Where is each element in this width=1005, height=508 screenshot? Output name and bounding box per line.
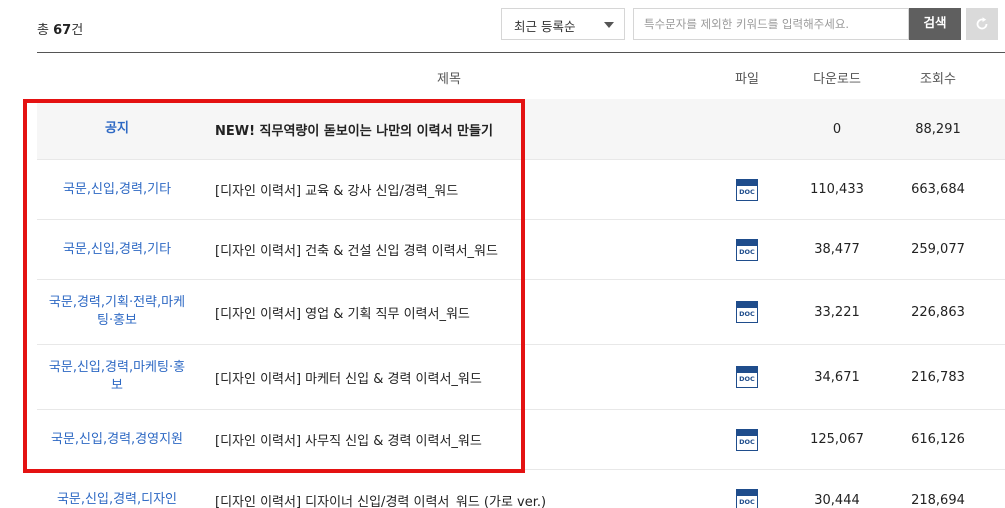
- total-prefix: 총: [37, 23, 49, 38]
- search-button[interactable]: 검색: [909, 8, 961, 40]
- sort-select[interactable]: 최근 등록순: [501, 8, 625, 40]
- row-downloads: 125,067: [810, 432, 864, 447]
- row-views: 88,291: [915, 121, 961, 137]
- row-title[interactable]: [디자인 이력서] 건축 & 건설 신입 경력 이력서_워드: [215, 220, 735, 279]
- doc-file-icon[interactable]: DOC: [736, 489, 758, 508]
- list-toolbar: 총 67건 최근 등록순 검색: [0, 0, 1005, 52]
- total-count: 총 67건: [37, 19, 83, 38]
- table-row-notice[interactable]: 공지 NEW! 직무역량이 돋보이는 나만의 이력서 만들기 0 88,291: [37, 99, 1005, 160]
- total-suffix: 건: [71, 23, 84, 38]
- table-row[interactable]: 국문,신입,경력,디자인 [디자인 이력서] 디자이너 신입/경력 이력서_워드…: [37, 470, 1005, 508]
- doc-file-icon[interactable]: DOC: [736, 366, 758, 388]
- row-category[interactable]: 국문,신입,경력,기타: [37, 160, 197, 219]
- chevron-down-icon: [604, 22, 614, 28]
- header-file: 파일: [735, 72, 759, 87]
- doc-file-icon[interactable]: DOC: [736, 301, 758, 323]
- row-downloads: 38,477: [814, 242, 860, 257]
- table-row[interactable]: 국문,신입,경력,기타 [디자인 이력서] 건축 & 건설 신입 경력 이력서_…: [37, 220, 1005, 280]
- row-file[interactable]: DOC: [732, 160, 762, 219]
- row-views: 663,684: [911, 182, 965, 197]
- table-row[interactable]: 국문,경력,기획·전략,마케팅·홍보 [디자인 이력서] 영업 & 기획 직무 …: [37, 280, 1005, 345]
- row-title[interactable]: [디자인 이력서] 디자이너 신입/경력 이력서_워드 (가로 ver.): [215, 470, 735, 508]
- row-downloads: 0: [832, 121, 842, 137]
- row-title[interactable]: NEW! 직무역량이 돋보이는 나만의 이력서 만들기: [215, 99, 735, 159]
- refresh-icon: [976, 17, 988, 30]
- row-title[interactable]: [디자인 이력서] 교육 & 강사 신입/경력_워드: [215, 160, 735, 219]
- reset-button[interactable]: [966, 8, 998, 40]
- row-downloads: 33,221: [814, 304, 860, 320]
- row-file[interactable]: DOC: [732, 280, 762, 344]
- row-category[interactable]: 국문,신입,경력,기타: [37, 220, 197, 279]
- search-input[interactable]: [633, 8, 909, 40]
- row-file[interactable]: DOC: [732, 220, 762, 279]
- table-row[interactable]: 국문,신입,경력,경영지원 [디자인 이력서] 사무직 신입 & 경력 이력서_…: [37, 410, 1005, 470]
- total-number: 67: [53, 23, 72, 38]
- table-header: 제목 파일 다운로드 조회수: [37, 53, 1005, 99]
- doc-file-icon[interactable]: DOC: [736, 238, 758, 261]
- doc-file-icon[interactable]: DOC: [736, 428, 758, 451]
- row-downloads: 30,444: [814, 492, 860, 508]
- row-category[interactable]: 국문,신입,경력,경영지원: [37, 410, 197, 469]
- table-row[interactable]: 국문,신입,경력,기타 [디자인 이력서] 교육 & 강사 신입/경력_워드 D…: [37, 160, 1005, 220]
- row-title[interactable]: [디자인 이력서] 사무직 신입 & 경력 이력서_워드: [215, 410, 735, 469]
- row-views: 616,126: [911, 432, 965, 447]
- table-row[interactable]: 국문,신입,경력,마케팅·홍보 [디자인 이력서] 마케터 신입 & 경력 이력…: [37, 345, 1005, 410]
- row-category[interactable]: 국문,신입,경력,디자인: [37, 470, 197, 508]
- row-downloads: 110,433: [810, 182, 864, 197]
- header-downloads: 다운로드: [813, 72, 861, 87]
- row-downloads: 34,671: [814, 369, 860, 385]
- row-views: 216,783: [911, 369, 965, 385]
- sort-select-value: 최근 등록순: [514, 19, 576, 34]
- row-file[interactable]: DOC: [732, 470, 762, 508]
- row-category[interactable]: 국문,경력,기획·전략,마케팅·홍보: [37, 280, 197, 344]
- row-file[interactable]: DOC: [732, 410, 762, 469]
- row-title[interactable]: [디자인 이력서] 마케터 신입 & 경력 이력서_워드: [215, 345, 735, 409]
- row-category[interactable]: 국문,신입,경력,마케팅·홍보: [37, 345, 197, 409]
- header-views: 조회수: [920, 72, 956, 87]
- row-views: 259,077: [911, 242, 965, 257]
- row-file[interactable]: DOC: [732, 345, 762, 409]
- doc-file-icon[interactable]: DOC: [736, 178, 758, 201]
- row-views: 218,694: [911, 492, 965, 508]
- row-views: 226,863: [911, 304, 965, 320]
- header-title: 제목: [437, 72, 461, 87]
- row-category[interactable]: 공지: [37, 99, 197, 159]
- row-title[interactable]: [디자인 이력서] 영업 & 기획 직무 이력서_워드: [215, 280, 735, 344]
